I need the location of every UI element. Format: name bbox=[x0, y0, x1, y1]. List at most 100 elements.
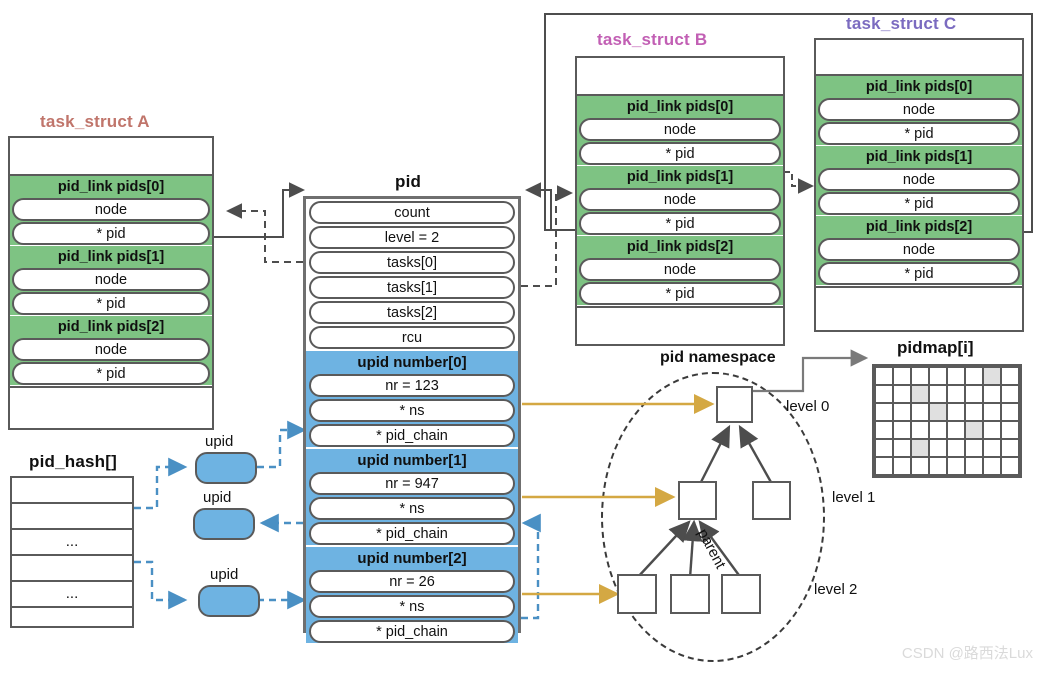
task-struct-c-title: task_struct C bbox=[846, 14, 957, 33]
pid-hash-box: ... ... bbox=[10, 476, 134, 628]
pidmap-cell bbox=[930, 386, 946, 402]
task-struct-c-box: pid_link pids[0] node * pid pid_link pid… bbox=[814, 38, 1024, 332]
task-c-group-0: pid_link pids[0] node * pid bbox=[816, 76, 1022, 145]
task-b-group-0-node: node bbox=[579, 118, 781, 141]
pidmap-title: pidmap[i] bbox=[897, 338, 974, 357]
pidmap-cell bbox=[930, 422, 946, 438]
task-b-group-2-node: node bbox=[579, 258, 781, 281]
task-b-group-2: pid_link pids[2] node * pid bbox=[577, 236, 783, 305]
task-c-group-1-header: pid_link pids[1] bbox=[816, 146, 1022, 168]
task-a-group-2-node: node bbox=[12, 338, 210, 361]
pidmap-cell bbox=[984, 440, 1000, 456]
pidmap-cell bbox=[930, 368, 946, 384]
task-b-group-2-pid: * pid bbox=[579, 282, 781, 305]
pid-upid-0-ns: * ns bbox=[309, 399, 515, 422]
task-b-blank-top bbox=[577, 58, 783, 96]
upid-bubble-0-label: upid bbox=[205, 433, 234, 450]
pid-upid-1-nr: nr = 947 bbox=[309, 472, 515, 495]
pidmap-cell bbox=[1002, 440, 1018, 456]
task-c-group-2-node: node bbox=[818, 238, 1020, 261]
pidmap-cell bbox=[984, 422, 1000, 438]
task-a-group-0-header: pid_link pids[0] bbox=[10, 176, 212, 198]
pidmap-cell bbox=[894, 404, 910, 420]
pid-field-rcu: rcu bbox=[309, 326, 515, 349]
ns-node-level2-0 bbox=[617, 574, 657, 614]
pid-field-tasks-0: tasks[0] bbox=[309, 251, 515, 274]
pid-hash-row bbox=[12, 504, 132, 530]
pid-upid-0-header: upid number[0] bbox=[306, 351, 518, 374]
pid-upid-2-chain: * pid_chain bbox=[309, 620, 515, 643]
level-label-2: level 2 bbox=[814, 581, 858, 598]
pid-namespace-title: pid namespace bbox=[660, 349, 776, 366]
task-c-group-0-node: node bbox=[818, 98, 1020, 121]
ns-node-level1-1 bbox=[752, 481, 791, 520]
pidmap-cell bbox=[912, 440, 928, 456]
ns-node-level2-2 bbox=[721, 574, 761, 614]
task-a-group-0: pid_link pids[0] node * pid bbox=[10, 176, 212, 245]
task-b-group-0: pid_link pids[0] node * pid bbox=[577, 96, 783, 165]
pidmap-cell bbox=[1002, 458, 1018, 474]
pidmap-cell bbox=[966, 386, 982, 402]
pidmap-cell bbox=[1002, 368, 1018, 384]
pidmap-cell bbox=[1002, 422, 1018, 438]
pid-field-tasks-2: tasks[2] bbox=[309, 301, 515, 324]
pidmap-cell bbox=[984, 386, 1000, 402]
pidmap-cell bbox=[948, 404, 964, 420]
upid-bubble-2 bbox=[198, 585, 260, 617]
task-c-group-1: pid_link pids[1] node * pid bbox=[816, 146, 1022, 215]
pidmap-cell bbox=[894, 386, 910, 402]
pid-upid-2-header: upid number[2] bbox=[306, 547, 518, 570]
pidmap-cell bbox=[984, 404, 1000, 420]
pid-hash-row bbox=[12, 608, 132, 634]
task-c-group-0-header: pid_link pids[0] bbox=[816, 76, 1022, 98]
task-b-group-1-pid: * pid bbox=[579, 212, 781, 235]
task-b-group-1: pid_link pids[1] node * pid bbox=[577, 166, 783, 235]
pidmap-cell bbox=[876, 368, 892, 384]
task-a-group-0-node: node bbox=[12, 198, 210, 221]
pidmap-cell bbox=[894, 440, 910, 456]
pidmap-cell bbox=[894, 458, 910, 474]
task-b-blank-bottom bbox=[577, 306, 783, 336]
task-a-group-0-pid: * pid bbox=[12, 222, 210, 245]
pidmap-cell bbox=[876, 422, 892, 438]
pid-upid-0-nr: nr = 123 bbox=[309, 374, 515, 397]
task-struct-a-title: task_struct A bbox=[40, 112, 150, 131]
task-b-group-1-header: pid_link pids[1] bbox=[577, 166, 783, 188]
pidmap-cell bbox=[966, 368, 982, 384]
task-a-group-2-pid: * pid bbox=[12, 362, 210, 385]
pid-upid-0: upid number[0] nr = 123 * ns * pid_chain bbox=[306, 351, 518, 447]
task-a-blank-top bbox=[10, 138, 212, 176]
pidmap-grid bbox=[872, 364, 1022, 478]
task-c-group-2-pid: * pid bbox=[818, 262, 1020, 285]
task-a-group-1-node: node bbox=[12, 268, 210, 291]
pid-title: pid bbox=[395, 172, 422, 191]
task-a-group-2-header: pid_link pids[2] bbox=[10, 316, 212, 338]
pidmap-cell bbox=[1002, 386, 1018, 402]
task-b-group-2-header: pid_link pids[2] bbox=[577, 236, 783, 258]
pidmap-cell bbox=[966, 440, 982, 456]
pidmap-cell bbox=[948, 440, 964, 456]
pidmap-cell bbox=[948, 422, 964, 438]
task-a-group-1: pid_link pids[1] node * pid bbox=[10, 246, 212, 315]
pidmap-cell bbox=[948, 458, 964, 474]
pid-upid-0-chain: * pid_chain bbox=[309, 424, 515, 447]
pidmap-cell bbox=[1002, 404, 1018, 420]
pid-field-count: count bbox=[309, 201, 515, 224]
task-c-group-1-pid: * pid bbox=[818, 192, 1020, 215]
pidmap-cell bbox=[984, 368, 1000, 384]
pid-upid-1-ns: * ns bbox=[309, 497, 515, 520]
pidmap-cell bbox=[930, 404, 946, 420]
pidmap-cell bbox=[966, 458, 982, 474]
pid-upid-2: upid number[2] nr = 26 * ns * pid_chain bbox=[306, 547, 518, 643]
task-a-group-1-header: pid_link pids[1] bbox=[10, 246, 212, 268]
pidmap-cell bbox=[912, 386, 928, 402]
ns-node-level0-0 bbox=[716, 386, 753, 423]
pid-field-tasks-1: tasks[1] bbox=[309, 276, 515, 299]
pidmap-cell bbox=[966, 422, 982, 438]
pid-hash-title: pid_hash[] bbox=[29, 452, 117, 471]
pidmap-cell bbox=[948, 368, 964, 384]
upid-bubble-2-label: upid bbox=[210, 566, 239, 583]
pid-upid-2-ns: * ns bbox=[309, 595, 515, 618]
pidmap-cell bbox=[912, 404, 928, 420]
task-c-group-2-header: pid_link pids[2] bbox=[816, 216, 1022, 238]
